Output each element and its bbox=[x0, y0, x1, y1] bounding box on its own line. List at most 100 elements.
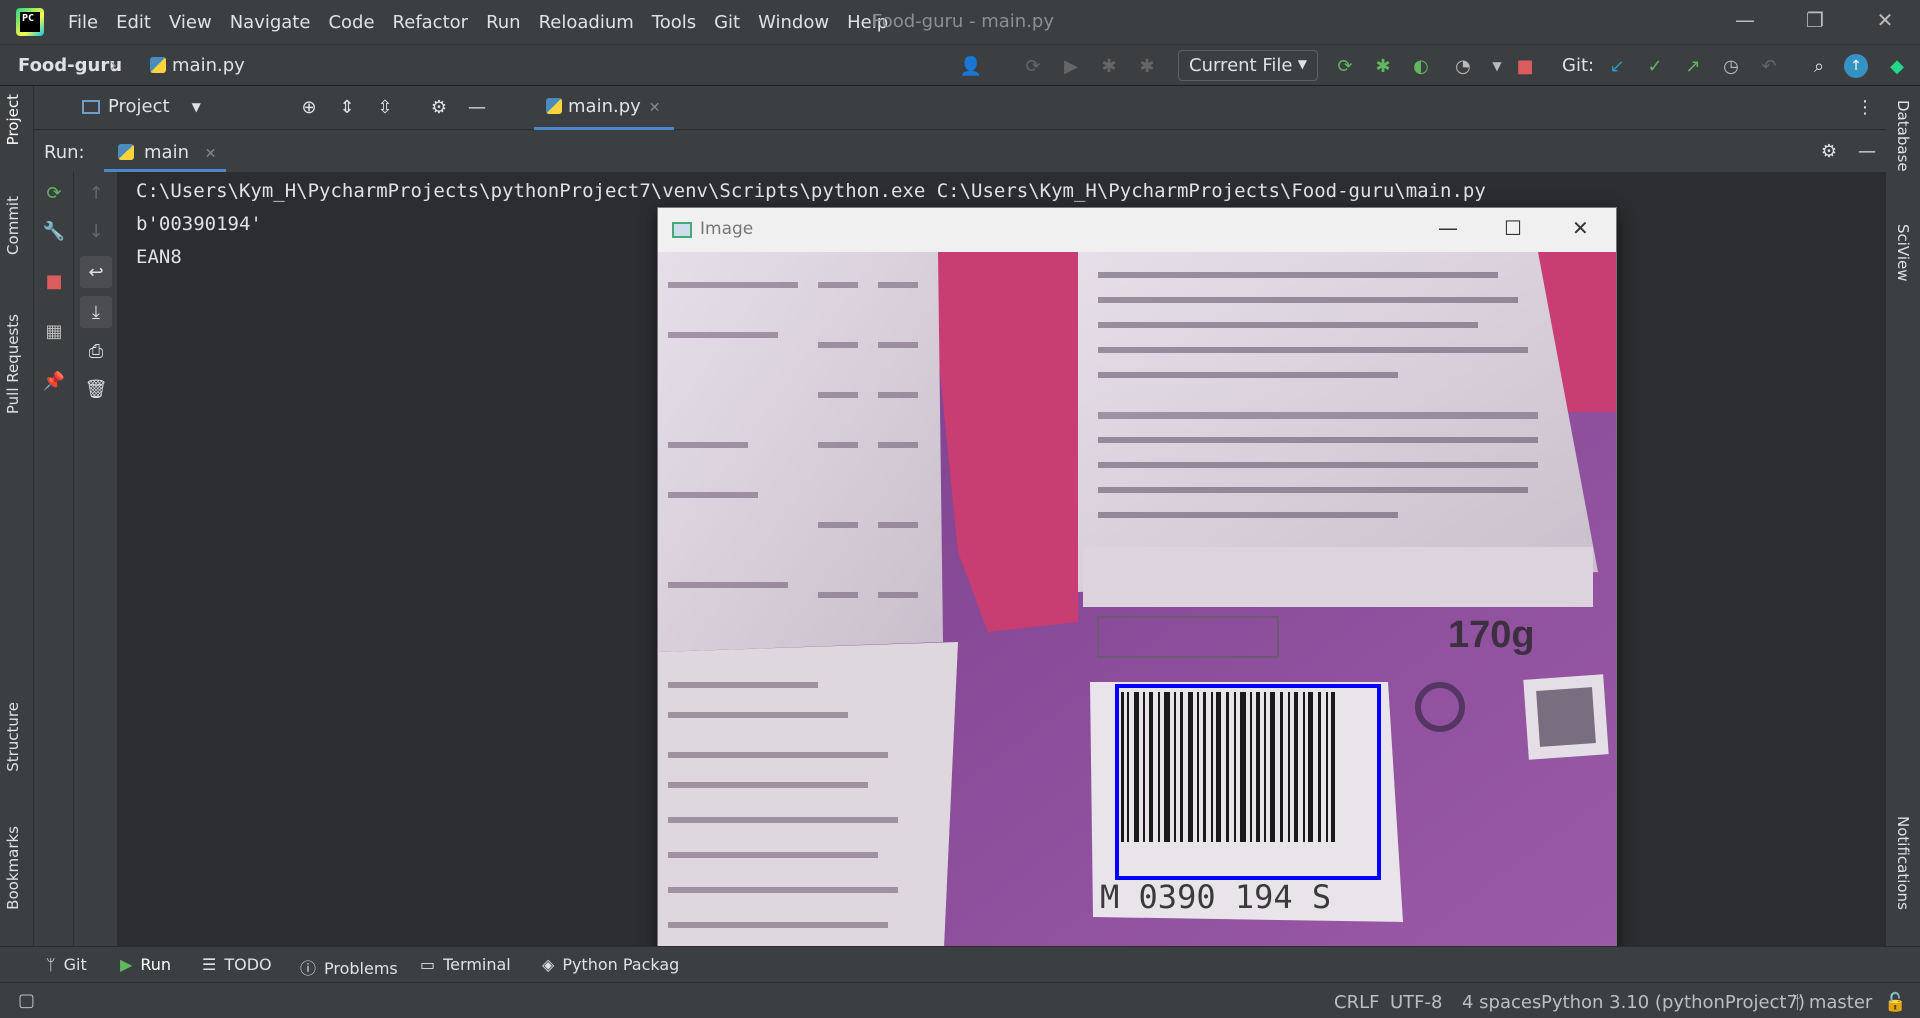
maximize-icon[interactable]: ☐ bbox=[1504, 216, 1522, 240]
python-file-icon bbox=[118, 144, 134, 160]
run-tab-main[interactable]: main ✕ bbox=[104, 130, 227, 172]
menu-window[interactable]: Window bbox=[758, 12, 829, 33]
expand-all-icon[interactable]: ⇕ bbox=[334, 94, 360, 120]
update-icon[interactable]: ↑ bbox=[1844, 54, 1868, 78]
debug-disabled-icon[interactable]: ✱ bbox=[1096, 53, 1122, 79]
line-separator[interactable]: CRLF bbox=[1334, 992, 1379, 1013]
menu-tools[interactable]: Tools bbox=[652, 12, 696, 33]
menu-git[interactable]: Git bbox=[714, 12, 740, 33]
more-options-icon[interactable]: ⋮ bbox=[1852, 94, 1878, 120]
tab-main-py[interactable]: main.py ✕ bbox=[534, 86, 674, 130]
project-icon bbox=[82, 99, 100, 114]
list-icon: ☰ bbox=[202, 955, 217, 974]
menu-reloadium[interactable]: Reloadium bbox=[539, 12, 634, 33]
user-icon[interactable]: 👤 bbox=[958, 53, 984, 79]
menu-file[interactable]: File bbox=[68, 12, 98, 33]
rollback-icon[interactable]: ↶ bbox=[1756, 53, 1782, 79]
trash-icon[interactable]: 🗑 bbox=[83, 376, 109, 402]
tab-todo[interactable]: ☰ TODO bbox=[202, 955, 272, 974]
tab-terminal[interactable]: ▭ Terminal bbox=[420, 955, 511, 974]
stop-icon[interactable]: ■ bbox=[41, 268, 67, 294]
editor-tab-label: main.py bbox=[568, 96, 641, 117]
close-tab-icon[interactable]: ✕ bbox=[205, 146, 217, 162]
menu-code[interactable]: Code bbox=[328, 12, 374, 33]
tab-python-packages[interactable]: ◈ Python Packag bbox=[542, 955, 679, 974]
file-encoding[interactable]: UTF-8 bbox=[1390, 992, 1442, 1013]
indent-setting[interactable]: 4 spaces bbox=[1462, 992, 1541, 1013]
print-icon[interactable]: ⎙ bbox=[83, 338, 109, 364]
locate-icon[interactable]: ⊕ bbox=[296, 94, 322, 120]
rerun-icon[interactable]: ⟳ bbox=[41, 180, 67, 206]
tab-bookmarks[interactable]: Bookmarks bbox=[4, 826, 22, 910]
menu-run[interactable]: Run bbox=[486, 12, 521, 33]
layout-icon[interactable]: ▦ bbox=[41, 318, 67, 344]
rerun-icon[interactable]: ⟳ bbox=[1332, 53, 1358, 79]
tab-git[interactable]: ᛘ Git bbox=[46, 955, 87, 974]
tab-project[interactable]: Project bbox=[4, 94, 22, 145]
profile-icon[interactable]: ◔ bbox=[1450, 53, 1476, 79]
close-icon[interactable]: ✕ bbox=[1572, 216, 1589, 240]
hide-icon[interactable]: — bbox=[464, 94, 490, 120]
run-configuration-select[interactable]: Current File ▼ bbox=[1178, 50, 1318, 81]
git-branch-icon: ᛘ bbox=[46, 955, 56, 974]
git-commit-icon[interactable]: ✓ bbox=[1642, 53, 1668, 79]
restore-icon[interactable]: ❐ bbox=[1800, 8, 1830, 36]
soft-wrap-icon[interactable]: ↩ bbox=[80, 256, 112, 288]
tab-run[interactable]: ▶ Run bbox=[120, 955, 171, 974]
menu-edit[interactable]: Edit bbox=[116, 12, 151, 33]
tab-database[interactable]: Database bbox=[1894, 100, 1912, 172]
stop-icon[interactable]: ■ bbox=[1512, 53, 1538, 79]
info-icon: ⓘ bbox=[300, 959, 317, 978]
lock-icon[interactable]: 🔓 bbox=[1884, 992, 1906, 1013]
project-view-label: Project bbox=[108, 96, 170, 117]
git-push-icon[interactable]: ↗ bbox=[1680, 53, 1706, 79]
menu-view[interactable]: View bbox=[169, 12, 212, 33]
tab-structure[interactable]: Structure bbox=[4, 702, 22, 772]
coverage-disabled-icon[interactable]: ✱ bbox=[1134, 53, 1160, 79]
plugin-icon[interactable]: ◆ bbox=[1884, 53, 1910, 79]
menu-navigate[interactable]: Navigate bbox=[230, 12, 311, 33]
close-tab-icon[interactable]: ✕ bbox=[649, 100, 661, 116]
play-icon: ▶ bbox=[120, 955, 133, 974]
minimize-icon[interactable]: — bbox=[1438, 216, 1458, 240]
image-window-titlebar[interactable]: Image — ☐ ✕ bbox=[658, 208, 1616, 252]
git-branch[interactable]: ᛘ master bbox=[1792, 992, 1872, 1013]
python-interpreter[interactable]: Python 3.10 (pythonProject7) bbox=[1541, 992, 1805, 1013]
wrench-icon[interactable]: 🔧 bbox=[41, 218, 67, 244]
history-icon[interactable]: ◷ bbox=[1718, 53, 1744, 79]
breadcrumb-file[interactable]: main.py bbox=[150, 55, 245, 76]
tab-notifications[interactable]: Notifications bbox=[1894, 816, 1912, 910]
scroll-to-end-icon[interactable]: ⤓ bbox=[80, 296, 112, 328]
gear-icon[interactable]: ⚙ bbox=[426, 94, 452, 120]
status-bar: ▢ CRLF UTF-8 4 spaces Python 3.10 (pytho… bbox=[0, 982, 1920, 1018]
close-icon[interactable]: ✕ bbox=[1870, 8, 1900, 36]
gear-icon[interactable]: ⚙ bbox=[1816, 138, 1842, 164]
breadcrumb-project[interactable]: Food-guru bbox=[18, 55, 122, 76]
arrow-up-icon[interactable]: ↑ bbox=[83, 180, 109, 206]
debug-icon[interactable]: ✱ bbox=[1370, 53, 1396, 79]
chevron-right-icon: › bbox=[110, 55, 118, 76]
tab-sciview[interactable]: SciView bbox=[1894, 224, 1912, 282]
hide-icon[interactable]: — bbox=[1854, 138, 1880, 164]
menu-refactor[interactable]: Refactor bbox=[393, 12, 469, 33]
minimize-icon[interactable]: — bbox=[1730, 8, 1760, 36]
window-title: Food-guru - main.py bbox=[872, 11, 1055, 32]
collapse-all-icon[interactable]: ⇳ bbox=[372, 94, 398, 120]
pin-icon[interactable]: 📌 bbox=[41, 368, 67, 394]
layout-toggle-icon[interactable]: ▢ bbox=[18, 990, 35, 1011]
tab-pull-requests[interactable]: Pull Requests bbox=[4, 314, 22, 414]
arrow-down-icon[interactable]: ↓ bbox=[83, 218, 109, 244]
image-window[interactable]: Image — ☐ ✕ 170g M 0390 194 S bbox=[657, 207, 1617, 971]
tab-problems[interactable]: ⓘ Problems bbox=[300, 955, 398, 979]
run-disabled-icon[interactable]: ▶ bbox=[1058, 53, 1084, 79]
tab-terminal-label: Terminal bbox=[443, 955, 511, 974]
git-update-icon[interactable]: ↙ bbox=[1604, 53, 1630, 79]
pycharm-logo-icon[interactable]: PC bbox=[16, 8, 44, 36]
search-icon[interactable]: ⌕ bbox=[1806, 53, 1832, 79]
chevron-down-icon[interactable]: ▼ bbox=[1484, 53, 1510, 79]
tab-commit[interactable]: Commit bbox=[4, 196, 22, 255]
coverage-icon[interactable]: ◐ bbox=[1408, 53, 1434, 79]
reload-icon[interactable]: ⟳ bbox=[1020, 53, 1046, 79]
title-bar: PC File Edit View Navigate Code Refactor… bbox=[0, 0, 1920, 44]
project-view-select[interactable]: Project ▼ bbox=[82, 96, 201, 117]
